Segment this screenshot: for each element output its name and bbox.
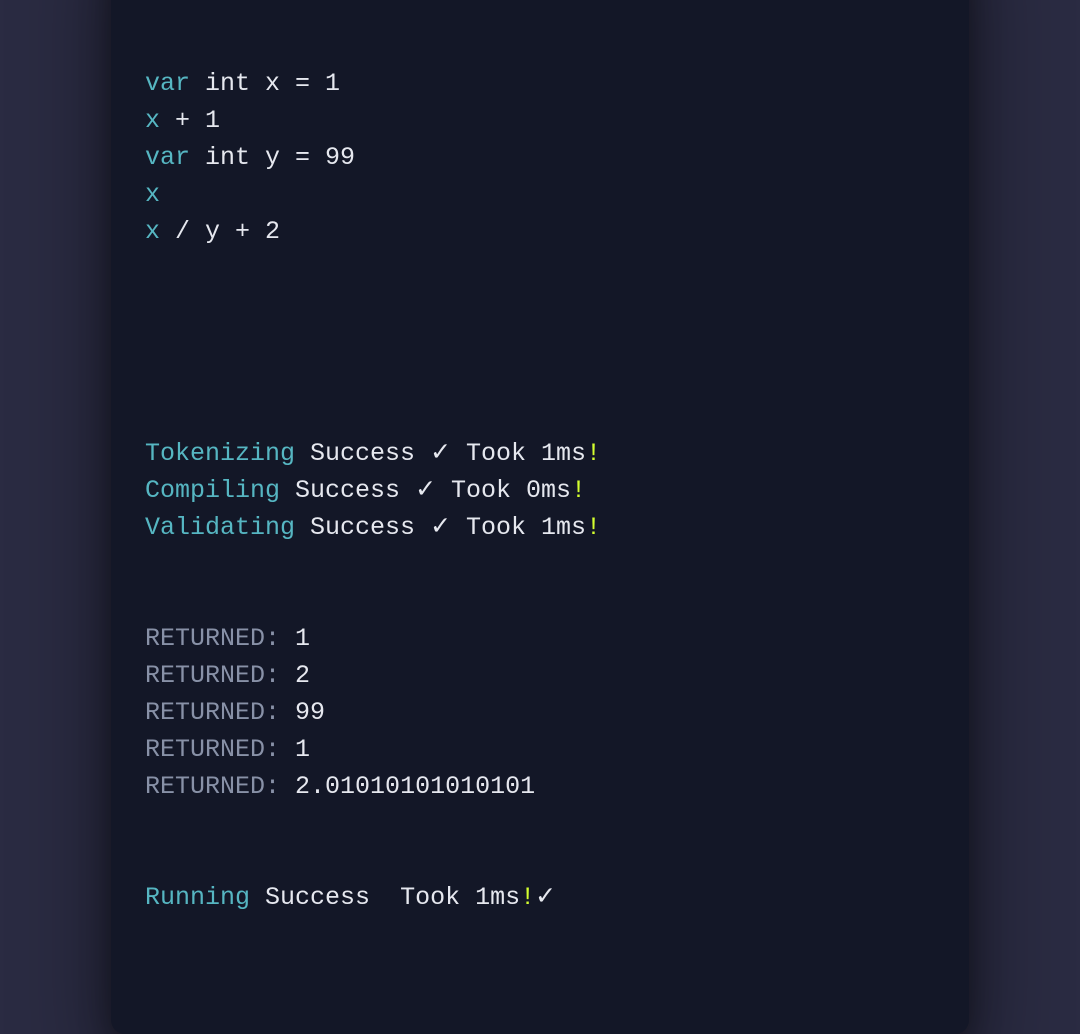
stage-line: Validating Success ✓ Took 1ms! [145, 509, 935, 546]
returned-line: RETURNED: 1 [145, 731, 935, 768]
code-token: x [145, 217, 160, 246]
code-line: x + 1 [145, 102, 935, 139]
returned-values-block: RETURNED: 1RETURNED: 2RETURNED: 99RETURN… [145, 620, 935, 805]
bang-icon: ! [520, 883, 535, 912]
code-line: var int y = 99 [145, 139, 935, 176]
check-icon: ✓ [535, 883, 556, 912]
code-line: x [145, 176, 935, 213]
code-token: / y + 2 [160, 217, 280, 246]
terminal-content: var int x = 1x + 1var int y = 99xx / y +… [145, 0, 935, 990]
stage-name: Compiling [145, 476, 280, 505]
returned-label: RETURNED: [145, 661, 280, 690]
stage-name: Validating [145, 513, 295, 542]
code-token: var [145, 143, 190, 172]
returned-value: 99 [295, 698, 325, 727]
code-token: int x = 1 [190, 69, 340, 98]
stage-status: Success ✓ Took 0ms [295, 476, 571, 505]
returned-label: RETURNED: [145, 772, 280, 801]
code-token: x [145, 180, 160, 209]
returned-line: RETURNED: 2.01010101010101 [145, 768, 935, 805]
stage-line: Tokenizing Success ✓ Took 1ms! [145, 435, 935, 472]
compile-stages-block: Tokenizing Success ✓ Took 1ms!Compiling … [145, 435, 935, 546]
returned-value: 1 [295, 624, 310, 653]
returned-line: RETURNED: 1 [145, 620, 935, 657]
stage-name: Tokenizing [145, 439, 295, 468]
code-token: int y = 99 [190, 143, 355, 172]
returned-label: RETURNED: [145, 735, 280, 764]
bang-icon: ! [571, 476, 586, 505]
stage-name: Running [145, 883, 250, 912]
returned-value: 2.01010101010101 [295, 772, 535, 801]
returned-line: RETURNED: 2 [145, 657, 935, 694]
code-token: var [145, 69, 190, 98]
returned-value: 2 [295, 661, 310, 690]
running-stage-line: Running Success Took 1ms!✓ [145, 879, 935, 916]
stage-status: Success Took 1ms [265, 883, 520, 912]
bang-icon: ! [586, 513, 601, 542]
stage-line: Compiling Success ✓ Took 0ms! [145, 472, 935, 509]
code-line: x / y + 2 [145, 213, 935, 250]
stage-status: Success ✓ Took 1ms [310, 439, 586, 468]
code-token: x [145, 106, 160, 135]
returned-label: RETURNED: [145, 624, 280, 653]
returned-value: 1 [295, 735, 310, 764]
blank-line [145, 324, 935, 361]
code-token: + 1 [160, 106, 220, 135]
terminal-window: var int x = 1x + 1var int y = 99xx / y +… [111, 0, 969, 1034]
returned-line: RETURNED: 99 [145, 694, 935, 731]
code-line: var int x = 1 [145, 65, 935, 102]
bang-icon: ! [586, 439, 601, 468]
returned-label: RETURNED: [145, 698, 280, 727]
source-code-block: var int x = 1x + 1var int y = 99xx / y +… [145, 65, 935, 250]
stage-status: Success ✓ Took 1ms [310, 513, 586, 542]
